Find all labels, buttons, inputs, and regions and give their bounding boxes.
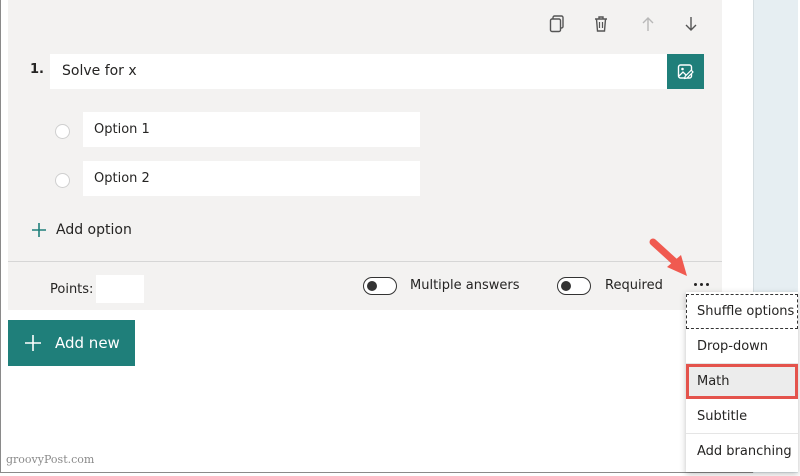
menu-item-add-branching[interactable]: Add branching — [686, 434, 798, 469]
menu-item-subtitle[interactable]: Subtitle — [686, 399, 798, 434]
plus-icon — [32, 223, 46, 237]
insert-media-button[interactable] — [667, 54, 704, 89]
add-option-label: Add option — [56, 222, 132, 238]
option-1-radio[interactable] — [55, 124, 70, 139]
add-new-button[interactable]: Add new — [8, 320, 135, 366]
multiple-answers-label: Multiple answers — [410, 278, 520, 293]
question-number: 1. — [30, 62, 44, 77]
points-input[interactable] — [96, 275, 144, 303]
menu-item-drop-down[interactable]: Drop-down — [686, 329, 798, 364]
option-2-input[interactable]: Option 2 — [83, 161, 420, 196]
question-card[interactable]: 1. Solve for x Option 1 Option 2 Add opt… — [8, 0, 722, 310]
move-up-icon[interactable] — [637, 13, 659, 35]
add-new-label: Add new — [55, 334, 120, 352]
delete-icon[interactable] — [590, 13, 612, 35]
copy-icon[interactable] — [546, 13, 568, 35]
card-divider — [8, 261, 722, 262]
image-edit-icon — [677, 63, 694, 79]
more-options-menu: Shuffle options Drop-down Math Subtitle … — [686, 292, 798, 472]
move-down-icon[interactable] — [680, 13, 702, 35]
required-toggle[interactable] — [557, 277, 591, 295]
menu-item-math[interactable]: Math — [686, 364, 798, 399]
watermark: groovyPost.com — [6, 453, 95, 466]
menu-item-shuffle-options[interactable]: Shuffle options — [686, 294, 798, 329]
points-label: Points: — [50, 282, 94, 297]
add-option-button[interactable]: Add option — [32, 218, 132, 242]
plus-icon — [25, 335, 41, 351]
question-title-input[interactable]: Solve for x — [50, 54, 667, 89]
option-2-radio[interactable] — [55, 173, 70, 188]
multiple-answers-toggle[interactable] — [363, 277, 397, 295]
annotation-arrow-icon — [649, 238, 687, 276]
option-1-input[interactable]: Option 1 — [83, 112, 420, 147]
ellipsis-icon — [693, 282, 697, 286]
